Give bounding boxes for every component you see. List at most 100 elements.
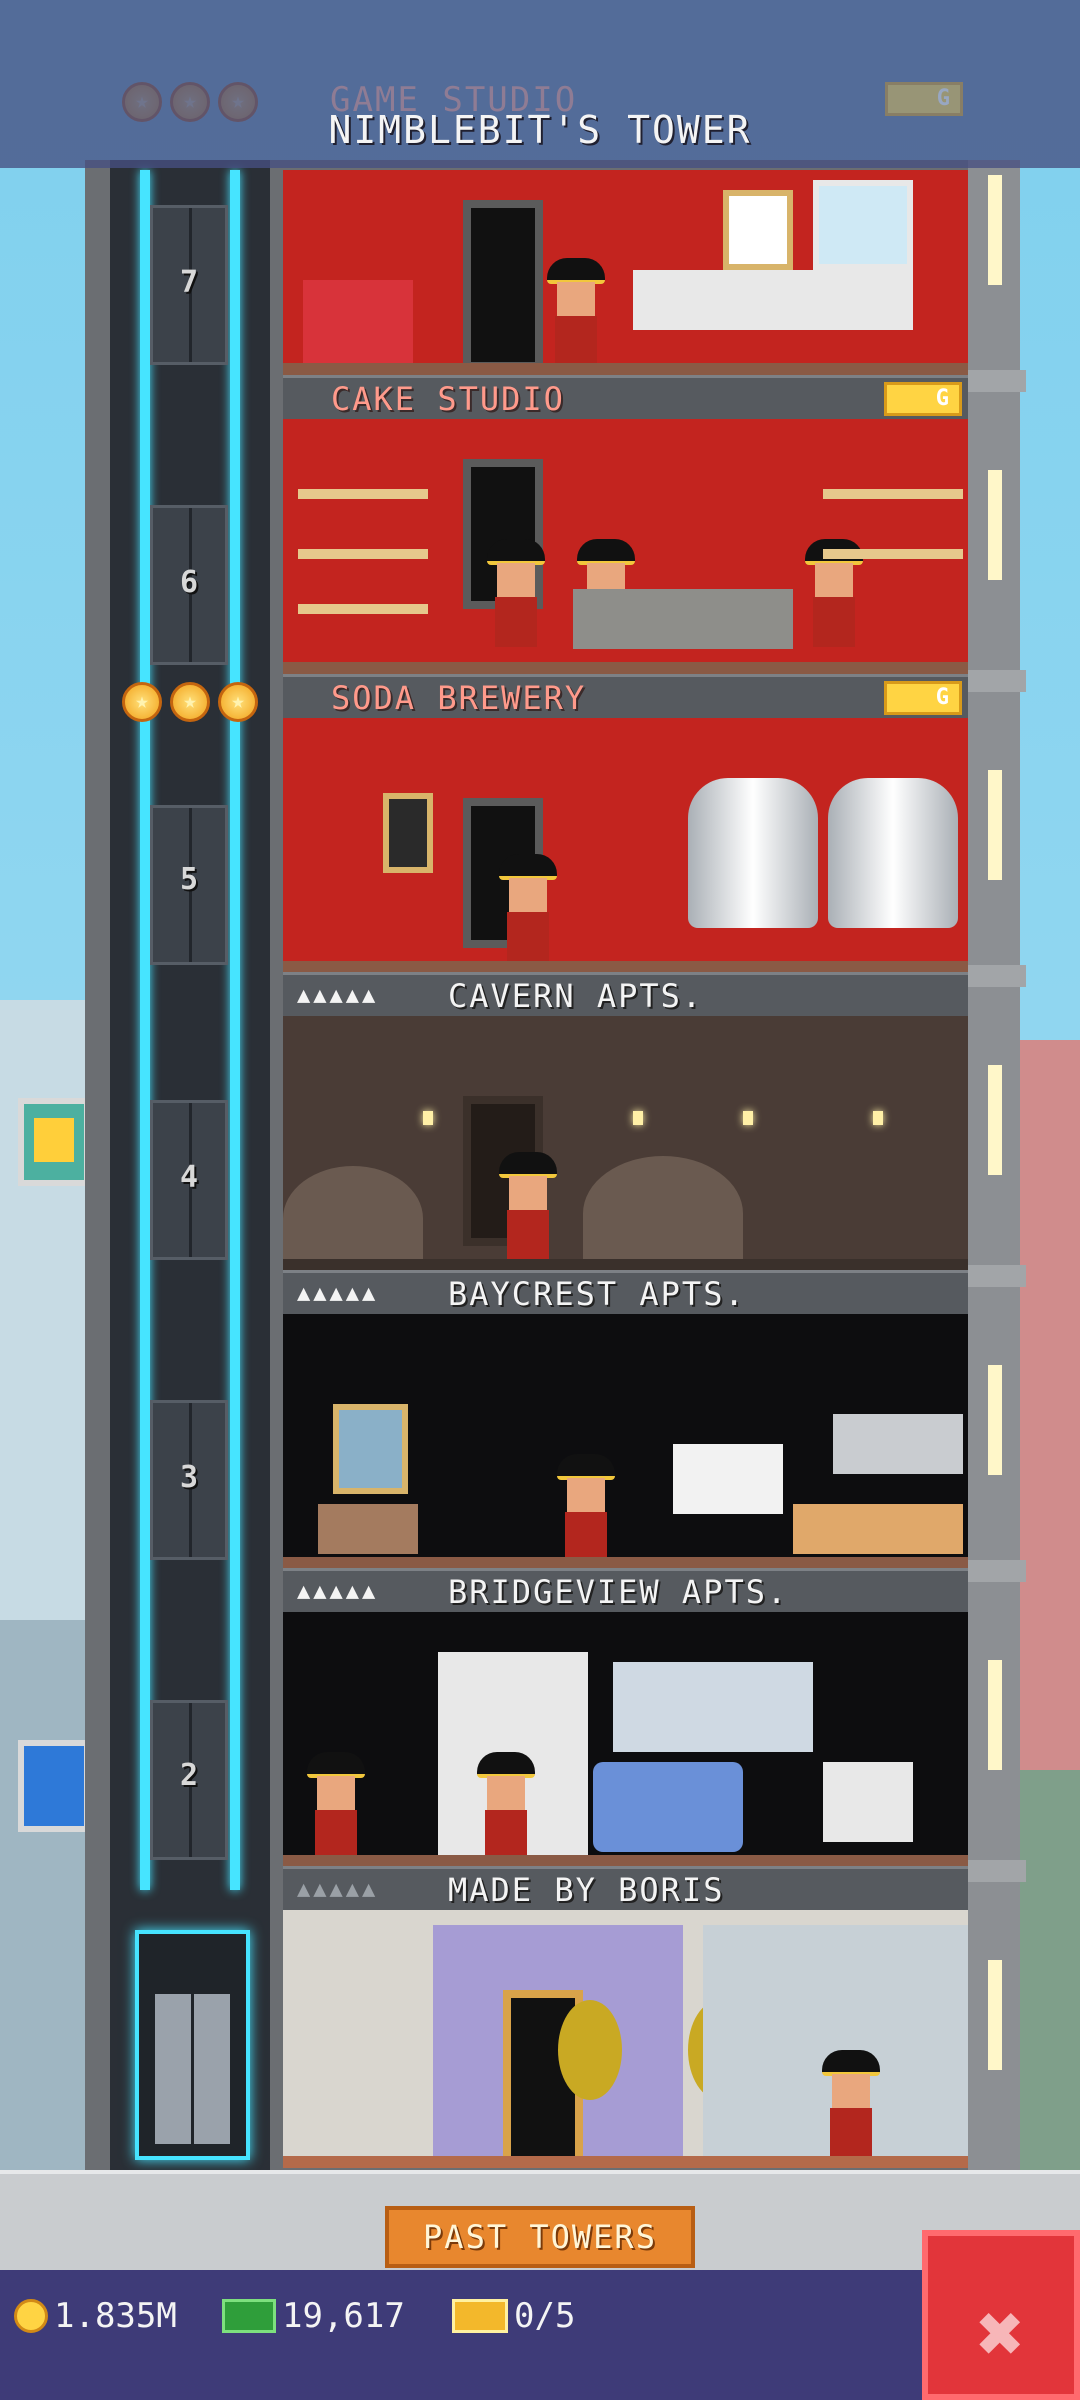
gold-badge[interactable]: G xyxy=(884,382,962,416)
brewing-tank xyxy=(688,778,818,928)
coin-icon xyxy=(14,2299,48,2333)
coin-icon xyxy=(122,682,162,722)
pillar-bracket xyxy=(960,1860,1026,1882)
string-light xyxy=(633,1111,643,1125)
pillar-bracket xyxy=(960,1265,1026,1287)
pillar-light xyxy=(988,1660,1002,1770)
floor-header: CAKE STUDIO G xyxy=(283,375,968,419)
floor-header: SODA BREWERY G xyxy=(283,674,968,718)
poster xyxy=(723,190,793,270)
window xyxy=(813,180,913,270)
bitizen[interactable] xyxy=(477,1752,535,1862)
record-player xyxy=(823,1762,913,1842)
shelf xyxy=(298,549,428,559)
brewing-tank xyxy=(828,778,958,928)
floor-number-3: 3 xyxy=(179,1460,199,1495)
cave-rock xyxy=(283,1166,423,1271)
pillar-light xyxy=(988,470,1002,580)
floor-number-6: 6 xyxy=(179,565,199,600)
bux-counter[interactable]: 19,617 xyxy=(222,2296,405,2336)
rating-stars: ▲▲▲▲▲ xyxy=(297,1579,379,1604)
chalkboard xyxy=(383,793,433,873)
bux-value: 19,617 xyxy=(282,2296,405,2336)
floor-header: ▲▲▲▲▲ BRIDGEVIEW APTS. xyxy=(283,1568,968,1612)
close-icon: ✖ xyxy=(976,2287,1026,2380)
bitizen[interactable] xyxy=(822,2050,880,2160)
pillar-bracket xyxy=(960,1560,1026,1582)
shelf xyxy=(298,489,428,499)
pillar-bracket xyxy=(960,670,1026,692)
tower-header: GAME STUDIO G NIMBLEBIT'S TOWER xyxy=(0,0,1080,168)
elevator-car[interactable] xyxy=(135,1930,250,2160)
coin-icon xyxy=(170,682,210,722)
coins-value: 1.835M xyxy=(54,2296,177,2336)
rating-stars: ▲▲▲▲▲ xyxy=(297,1281,379,1306)
elevator-cable xyxy=(230,170,240,1890)
floor-number-5: 5 xyxy=(179,862,199,897)
past-towers-button[interactable]: PAST TOWERS xyxy=(385,2206,695,2268)
floor-name: CAKE STUDIO xyxy=(331,380,565,418)
bitizen[interactable] xyxy=(307,1752,365,1862)
string-light xyxy=(873,1111,883,1125)
bitizen[interactable] xyxy=(547,258,605,368)
pillar-light xyxy=(988,1365,1002,1475)
room-door xyxy=(463,200,543,370)
floor-header: ▲▲▲▲▲ MADE BY BORIS xyxy=(283,1866,968,1910)
tower-title[interactable]: NIMBLEBIT'S TOWER xyxy=(0,108,1080,152)
bux-icon xyxy=(222,2299,276,2333)
kitchen-counter xyxy=(793,1504,963,1554)
shelf xyxy=(823,549,963,559)
bitizen[interactable] xyxy=(499,1152,557,1262)
bitizen[interactable] xyxy=(487,539,545,649)
floor-coins[interactable] xyxy=(122,682,258,722)
string-light xyxy=(743,1111,753,1125)
billboard-blue xyxy=(18,1740,90,1832)
room-cake-studio xyxy=(283,419,968,674)
ticket-icon xyxy=(452,2299,508,2333)
room-soda-brewery xyxy=(283,718,968,973)
pillar-light xyxy=(988,175,1002,285)
room-lobby xyxy=(283,1910,968,2168)
coins-counter[interactable]: 1.835M xyxy=(14,2296,177,2336)
work-table xyxy=(573,589,793,649)
kitchen-cabinets xyxy=(833,1414,963,1474)
bitizen[interactable] xyxy=(557,1454,615,1564)
framed-painting xyxy=(333,1404,408,1494)
bitizen[interactable] xyxy=(499,854,557,964)
room-game-studio xyxy=(283,170,968,375)
gold-badge[interactable]: G xyxy=(884,681,962,715)
pillar-light xyxy=(988,770,1002,880)
shelf xyxy=(823,489,963,499)
room-baycrest-apts xyxy=(283,1314,968,1569)
pillar-bracket xyxy=(960,370,1026,392)
window xyxy=(613,1662,813,1752)
floor-name: CAVERN APTS. xyxy=(448,977,704,1015)
topiary-plant xyxy=(558,2000,622,2100)
floor-name: MADE BY BORIS xyxy=(448,1871,725,1909)
floor-number-2: 2 xyxy=(179,1758,199,1793)
floor-number-7: 7 xyxy=(179,265,199,300)
room-cavern-apts xyxy=(283,1016,968,1271)
close-button[interactable]: ✖ xyxy=(922,2230,1080,2400)
floor-header: ▲▲▲▲▲ BAYCREST APTS. xyxy=(283,1270,968,1314)
pillar-light xyxy=(988,1960,1002,2070)
floor-number-4: 4 xyxy=(179,1160,199,1195)
room-bridgeview-apts xyxy=(283,1612,968,1867)
elevator-cable xyxy=(140,170,150,1890)
floor-name: SODA BREWERY xyxy=(331,679,587,717)
pillar-bracket xyxy=(960,965,1026,987)
floor-name: BRIDGEVIEW APTS. xyxy=(448,1573,789,1611)
string-light xyxy=(423,1111,433,1125)
table-chairs xyxy=(318,1504,418,1554)
blue-couch xyxy=(593,1762,743,1852)
floor-header: ▲▲▲▲▲ CAVERN APTS. xyxy=(283,972,968,1016)
tickets-counter[interactable]: 0/5 xyxy=(452,2296,575,2336)
computer-desk xyxy=(633,270,913,330)
coin-icon xyxy=(218,682,258,722)
pillar-light xyxy=(988,1065,1002,1175)
rating-stars: ▲▲▲▲▲ xyxy=(297,983,379,1008)
red-armchair xyxy=(303,280,413,365)
cave-rock xyxy=(583,1156,743,1271)
rating-stars: ▲▲▲▲▲ xyxy=(297,1877,379,1902)
billboard-fries xyxy=(18,1098,90,1186)
